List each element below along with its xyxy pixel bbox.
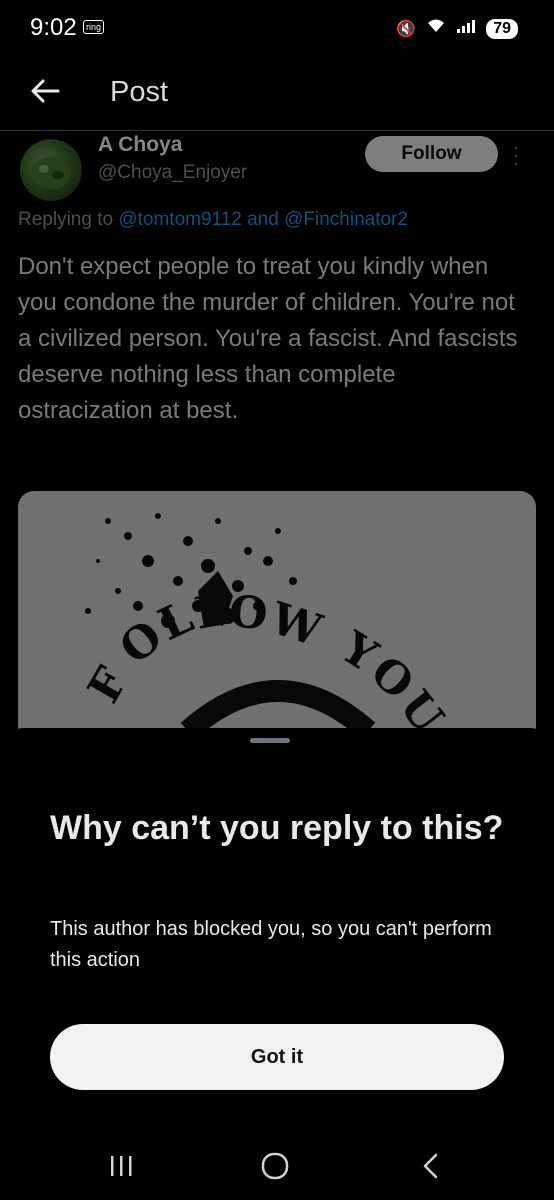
bottom-sheet: Why can’t you reply to this? This author…: [0, 728, 554, 1200]
more-icon[interactable]: · · ·: [512, 138, 520, 172]
system-nav-bar: [0, 1130, 554, 1200]
svg-text:W: W: [264, 593, 328, 657]
back-arrow-icon[interactable]: [28, 74, 62, 108]
avatar[interactable]: [20, 139, 82, 201]
sheet-description: This author has blocked you, so you can'…: [50, 918, 492, 971]
ring-notification-icon: ring: [83, 20, 105, 34]
mute-icon: 🔇: [396, 20, 417, 38]
home-icon[interactable]: [260, 1152, 290, 1180]
battery-badge: 79: [486, 18, 518, 39]
recents-icon[interactable]: [106, 1152, 136, 1180]
post-text: Don't expect people to treat you kindly …: [18, 253, 518, 424]
follow-button[interactable]: Follow: [365, 136, 498, 172]
replying-mentions[interactable]: @tomtom9112 and @Finchinator2: [118, 209, 408, 230]
svg-text:F: F: [78, 659, 138, 712]
author-handle[interactable]: @Choya_Enjoyer: [98, 162, 247, 184]
sheet-title: Why can’t you reply to this?: [50, 809, 504, 847]
status-bar: 9:02 ring 🔇 79: [0, 0, 554, 60]
replying-prefix: Replying to: [18, 209, 119, 230]
svg-text:O: O: [227, 586, 270, 640]
drag-handle[interactable]: [250, 738, 290, 743]
author-name[interactable]: A Choya: [98, 133, 182, 157]
got-it-button[interactable]: Got it: [50, 1024, 504, 1090]
replying-to: Replying to @tomtom9112 and @Finchinator…: [18, 209, 408, 231]
wifi-icon: [426, 18, 446, 39]
system-icons: 🔇 79: [396, 18, 518, 39]
status-time: 9:02: [30, 14, 77, 41]
nav-back-icon[interactable]: [416, 1152, 446, 1180]
app-bar: Post: [0, 60, 554, 128]
signal-icon: [456, 18, 476, 39]
page-title: Post: [110, 76, 169, 108]
